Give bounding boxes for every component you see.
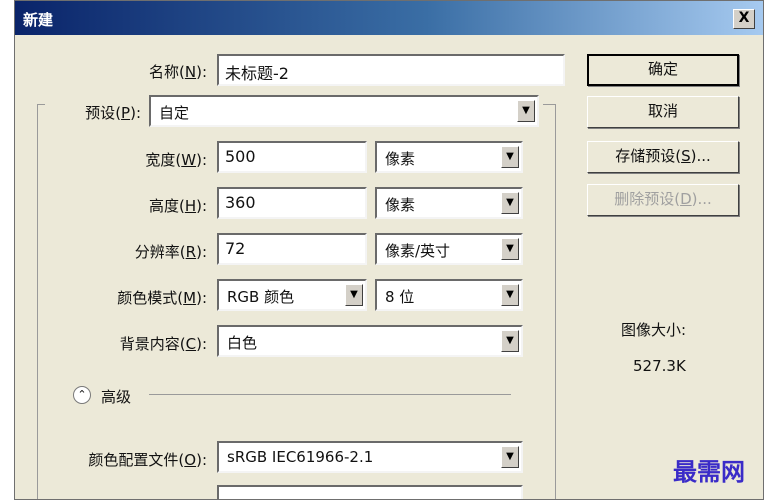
advanced-label[interactable]: 高级 bbox=[101, 386, 131, 407]
bit-depth-select[interactable]: 8 位 ▼ bbox=[375, 279, 523, 311]
color-mode-select[interactable]: RGB 颜色 ▼ bbox=[217, 279, 367, 311]
chevron-down-icon[interactable]: ▼ bbox=[501, 146, 519, 168]
pixel-aspect-select[interactable] bbox=[217, 485, 523, 499]
height-unit-value: 像素 bbox=[385, 196, 416, 214]
background-value: 白色 bbox=[227, 334, 258, 352]
cancel-button[interactable]: 取消 bbox=[587, 96, 739, 128]
chevron-down-icon[interactable]: ▼ bbox=[345, 284, 363, 306]
name-input[interactable]: 未标题-2 bbox=[217, 54, 565, 86]
color-profile-label: 颜色配置文件(O): bbox=[88, 451, 207, 469]
delete-preset-button: 删除预设(D)... bbox=[587, 184, 739, 216]
save-preset-button[interactable]: 存储预设(S)... bbox=[587, 141, 739, 173]
group-border-left bbox=[37, 104, 38, 499]
chevron-down-icon[interactable]: ▼ bbox=[501, 330, 519, 352]
bit-depth-value: 8 位 bbox=[385, 288, 415, 306]
window-title: 新建 bbox=[23, 11, 54, 29]
preset-select[interactable]: 自定 ▼ bbox=[149, 95, 539, 127]
chevron-down-icon[interactable]: ▼ bbox=[501, 284, 519, 306]
resolution-unit-select[interactable]: 像素/英寸 ▼ bbox=[375, 233, 523, 265]
chevron-down-icon[interactable]: ▼ bbox=[501, 446, 519, 468]
resolution-input[interactable]: 72 bbox=[217, 233, 367, 265]
color-profile-select[interactable]: sRGB IEC61966-2.1 ▼ bbox=[217, 441, 523, 473]
advanced-divider bbox=[149, 394, 511, 395]
chevron-down-icon[interactable]: ▼ bbox=[501, 192, 519, 214]
close-button[interactable]: X bbox=[733, 9, 755, 29]
width-input[interactable]: 500 bbox=[217, 141, 367, 173]
ok-button[interactable]: 确定 bbox=[587, 54, 739, 86]
group-border-right bbox=[555, 104, 556, 499]
width-unit-select[interactable]: 像素 ▼ bbox=[375, 141, 523, 173]
group-border-top-right bbox=[543, 104, 555, 105]
color-mode-label: 颜色模式(M): bbox=[117, 289, 207, 307]
background-label: 背景内容(C): bbox=[119, 335, 207, 353]
watermark: 最需网 bbox=[673, 457, 745, 486]
height-label: 高度(H): bbox=[148, 197, 207, 215]
preset-value: 自定 bbox=[159, 104, 190, 122]
color-mode-value: RGB 颜色 bbox=[227, 288, 295, 306]
name-label: 名称(N): bbox=[148, 63, 207, 81]
resolution-unit-value: 像素/英寸 bbox=[385, 242, 451, 260]
width-label: 宽度(W): bbox=[145, 151, 207, 169]
image-size-label: 图像大小: bbox=[621, 321, 687, 339]
title-bar[interactable]: 新建 X bbox=[15, 1, 763, 35]
chevron-down-icon[interactable]: ▼ bbox=[517, 100, 535, 122]
height-input[interactable]: 360 bbox=[217, 187, 367, 219]
background-select[interactable]: 白色 ▼ bbox=[217, 325, 523, 357]
image-size-value: 527.3K bbox=[633, 357, 686, 375]
group-border-top bbox=[37, 104, 45, 105]
resolution-label: 分辨率(R): bbox=[134, 243, 207, 261]
chevron-up-icon[interactable]: ⌃ bbox=[73, 386, 91, 404]
color-profile-value: sRGB IEC61966-2.1 bbox=[227, 448, 374, 466]
width-unit-value: 像素 bbox=[385, 150, 416, 168]
chevron-down-icon[interactable]: ▼ bbox=[501, 238, 519, 260]
preset-label: 预设(P): bbox=[85, 104, 141, 122]
height-unit-select[interactable]: 像素 ▼ bbox=[375, 187, 523, 219]
new-document-dialog: 新建 X 名称(N): 未标题-2 预设(P): 自定 ▼ 宽度(W): 500… bbox=[14, 0, 764, 500]
